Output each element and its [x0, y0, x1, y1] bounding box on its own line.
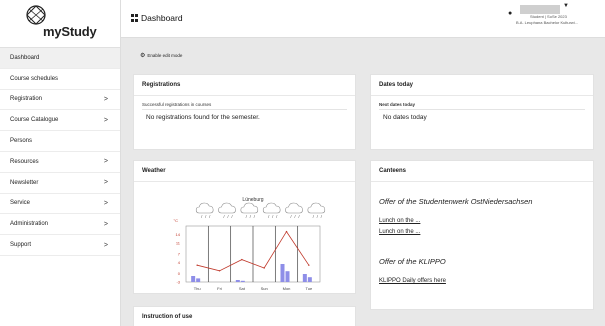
precipitation-bar [235, 280, 240, 282]
sidebar-item-registration[interactable]: Registration > [0, 90, 120, 111]
gear-icon: ⚙ [140, 53, 146, 59]
sidebar-item-dashboard[interactable]: Dashboard [0, 48, 120, 69]
sidebar-nav: Dashboard Course schedules Registration > Co… [0, 48, 120, 256]
weather-title: Weather [134, 161, 355, 182]
y-axis-label: °C [174, 218, 179, 223]
caret-down-icon[interactable]: ▼ [563, 3, 569, 9]
x-tick-label: Tue [305, 286, 313, 291]
sidebar-item-label: Resources [10, 158, 39, 165]
chevron-right-icon: > [103, 220, 108, 228]
registrations-subtitle: Successful registrations in courses [142, 102, 347, 110]
top-bar: Dashboard ● ▼ Student | SoSe 2023 B.A. L… [121, 0, 605, 38]
registrations-message: No registrations found for the semester. [146, 114, 260, 121]
precipitation-bar [196, 278, 201, 282]
temperature-point [285, 230, 288, 233]
temperature-point [308, 264, 310, 266]
temperature-point [196, 264, 198, 266]
x-tick-label: Sun [261, 286, 268, 291]
dates-today-subtitle: Next dates today [379, 102, 585, 110]
chevron-right-icon: > [103, 116, 108, 124]
sidebar-item-label: Administration [10, 221, 49, 228]
dates-today-message: No dates today [383, 114, 427, 121]
klippo-offer-title: Offer of the KLIPPO [379, 257, 446, 266]
sidebar-item-label: Newsletter [10, 179, 39, 186]
x-tick-label: Mon [283, 286, 291, 291]
dates-today-title: Dates today [371, 75, 593, 96]
cloud-rain-icon [240, 202, 259, 219]
sidebar-item-support[interactable]: Support > [0, 235, 120, 256]
page-title-text: Dashboard [141, 13, 183, 23]
x-tick-label: Fri [217, 286, 222, 291]
cloud-rain-icon [307, 202, 326, 219]
mystudy-logo-icon [26, 5, 46, 25]
studentenwerk-offer-title: Offer of the Studentenwerk OstNiedersach… [379, 197, 533, 206]
enable-edit-mode-label: Enable edit mode [147, 53, 183, 58]
app-logo[interactable]: myStudy [0, 0, 120, 48]
klippo-link[interactable]: KLIPPO Daily offers here [379, 278, 585, 284]
sidebar-item-administration[interactable]: Administration > [0, 214, 120, 236]
cloud-rain-icon [262, 202, 281, 219]
registrations-card: Registrations Successful registrations i… [133, 74, 356, 150]
sidebar-item-label: Persons [10, 138, 33, 145]
chevron-right-icon: > [103, 179, 108, 187]
cloud-rain-icon [218, 202, 236, 219]
enable-edit-mode-button[interactable]: ⚙ Enable edit mode [140, 52, 182, 59]
chart-title: Lüneburg [242, 197, 263, 203]
chevron-right-icon: > [103, 158, 108, 166]
sidebar-item-newsletter[interactable]: Newsletter > [0, 173, 120, 194]
precipitation-bar [191, 276, 196, 282]
precipitation-bar [307, 277, 312, 282]
precipitation-bar [285, 271, 290, 282]
sidebar: myStudy Dashboard Course schedules Registr… [0, 0, 121, 326]
x-tick-label: Thu [194, 286, 201, 291]
sidebar-item-label: Service [10, 200, 31, 207]
instruction-card: Instruction of use [133, 306, 356, 326]
dates-today-card: Dates today Next dates today No dates to… [370, 74, 594, 150]
x-tick-label: Sat [239, 286, 246, 291]
lunch-link-1[interactable]: Lunch on the ... [379, 218, 585, 224]
sidebar-item-label: Registration [10, 96, 43, 103]
instruction-title: Instruction of use [134, 307, 355, 326]
y-tick-label: 7 [178, 252, 181, 257]
sidebar-item-label: Dashboard [10, 54, 40, 61]
sidebar-item-resources[interactable]: Resources > [0, 152, 120, 173]
y-tick-label: 11 [176, 240, 181, 245]
cloud-rain-icon [195, 202, 214, 219]
precipitation-bar [302, 274, 307, 282]
temperature-point [241, 258, 243, 261]
registrations-title: Registrations [134, 75, 355, 96]
chevron-right-icon: > [103, 199, 108, 207]
sidebar-item-course-schedules[interactable]: Course schedules [0, 69, 120, 90]
sidebar-item-course-catalogue[interactable]: Course Catalogue > [0, 110, 120, 132]
precipitation-bar [280, 264, 285, 282]
cloud-rain-icon [285, 202, 303, 219]
weather-card: Weather Lüneburg °C 14 11 7 4 0 -3 Thu Fri Sat Sun M… [133, 160, 356, 294]
sidebar-item-label: Course Catalogue [10, 117, 59, 124]
page-title: Dashboard [131, 13, 183, 23]
temperature-point [263, 267, 265, 269]
y-tick-label: 4 [178, 260, 181, 265]
y-tick-label: -3 [176, 280, 180, 285]
y-tick-label: 14 [176, 232, 181, 237]
user-icon: ● [508, 10, 513, 17]
chevron-right-icon: > [103, 95, 108, 103]
grid-icon [131, 14, 139, 22]
sidebar-item-label: Support [10, 242, 32, 249]
user-menu[interactable]: ● ▼ Student | SoSe 2023 B.A. Leuphana Ba… [508, 3, 600, 33]
canteens-card: Canteens Offer of the Studentenwerk OstN… [370, 160, 594, 310]
lunch-link-2[interactable]: Lunch on the ... [379, 229, 585, 235]
sidebar-item-persons[interactable]: Persons [0, 131, 120, 152]
sidebar-item-label: Course schedules [10, 75, 59, 82]
weather-chart: Lüneburg °C 14 11 7 4 0 -3 Thu Fri Sat Sun Mon Tue [174, 197, 326, 291]
temperature-point [218, 270, 221, 272]
chevron-right-icon: > [103, 241, 108, 249]
user-name [520, 5, 560, 14]
user-role: Student | SoSe 2023 [530, 14, 567, 19]
y-tick-label: 0 [178, 271, 181, 276]
precipitation-bar [240, 280, 245, 282]
canteens-title: Canteens [371, 161, 593, 182]
app-name: myStudy [43, 24, 97, 39]
user-program: B.A. Leuphana Bachelor Kulturwi... [516, 20, 579, 25]
sidebar-item-service[interactable]: Service > [0, 194, 120, 215]
